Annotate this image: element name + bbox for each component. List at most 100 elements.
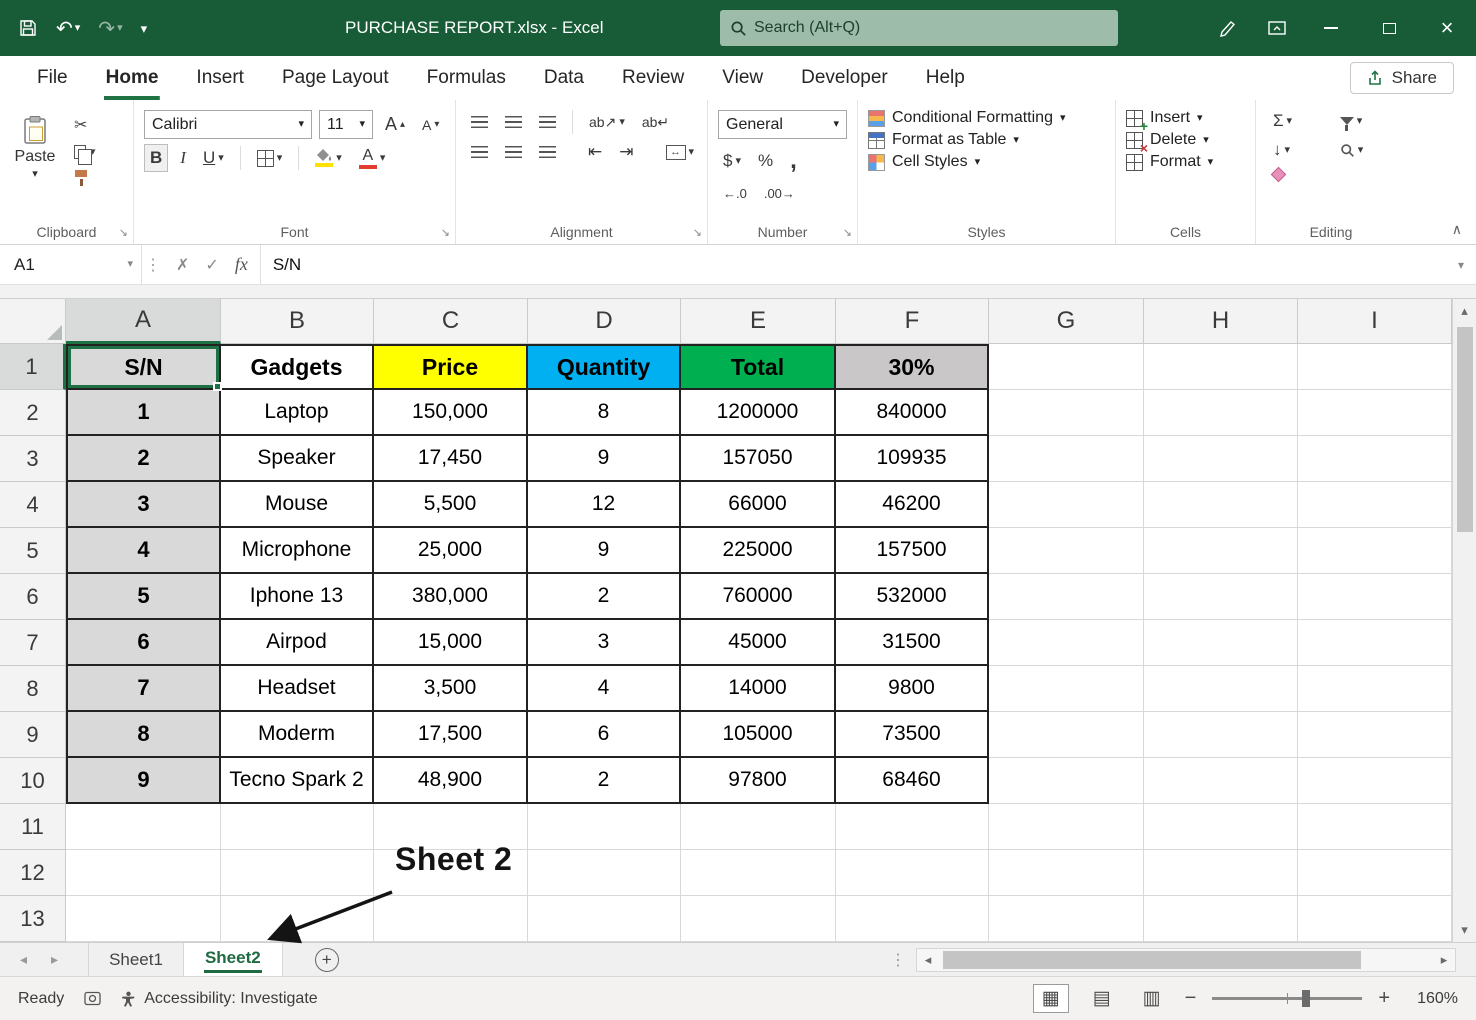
font-name-select[interactable]: Calibri▾ <box>144 110 312 139</box>
cell-a12[interactable] <box>66 850 221 896</box>
sheet-tab-sheet1[interactable]: Sheet1 <box>88 943 184 976</box>
cell-d11[interactable] <box>528 804 681 850</box>
tab-splitter-handle[interactable]: ⋮ <box>890 950 906 970</box>
cell-h12[interactable] <box>1144 850 1298 896</box>
accounting-format-button[interactable]: $▾ <box>718 148 746 174</box>
font-dialog-launcher[interactable]: ↘ <box>441 226 450 239</box>
cell-b1[interactable]: Gadgets <box>221 344 374 390</box>
italic-button[interactable]: I <box>175 145 191 171</box>
cell-c6[interactable]: 380,000 <box>374 574 528 620</box>
bottom-align-button[interactable] <box>534 113 561 132</box>
format-cells-button[interactable]: Format▾ <box>1126 153 1245 171</box>
cell-g3[interactable] <box>989 436 1144 482</box>
page-break-view-button[interactable]: ▥ <box>1135 985 1169 1012</box>
cell-b12[interactable] <box>221 850 374 896</box>
cell-a4[interactable]: 3 <box>66 482 221 528</box>
cut-button[interactable]: ✂ <box>74 115 96 135</box>
cell-a7[interactable]: 6 <box>66 620 221 666</box>
name-box[interactable]: A1▾ <box>0 245 142 284</box>
zoom-out-button[interactable]: − <box>1185 987 1197 1010</box>
cell-i2[interactable] <box>1298 390 1452 436</box>
cell-a11[interactable] <box>66 804 221 850</box>
cell-e7[interactable]: 45000 <box>681 620 836 666</box>
ribbon-display-options-button[interactable] <box>1252 0 1302 56</box>
cell-f1[interactable]: 30% <box>836 344 989 390</box>
next-sheet-button[interactable]: ▸ <box>51 951 58 968</box>
macro-record-icon[interactable] <box>84 991 101 1006</box>
column-header-e[interactable]: E <box>681 299 836 344</box>
cell-f8[interactable]: 9800 <box>836 666 989 712</box>
row-header-2[interactable]: 2 <box>0 390 66 436</box>
menu-tab-data[interactable]: Data <box>525 56 603 100</box>
zoom-slider-thumb[interactable] <box>1302 990 1310 1007</box>
cell-a1[interactable]: S/N <box>66 344 221 390</box>
format-painter-button[interactable] <box>74 169 96 186</box>
cell-g1[interactable] <box>989 344 1144 390</box>
format-as-table-button[interactable]: Format as Table▾ <box>868 131 1105 149</box>
cell-c11[interactable] <box>374 804 528 850</box>
number-dialog-launcher[interactable]: ↘ <box>843 226 852 239</box>
cell-e13[interactable] <box>681 896 836 942</box>
column-header-f[interactable]: F <box>836 299 989 344</box>
cell-b2[interactable]: Laptop <box>221 390 374 436</box>
cell-i3[interactable] <box>1298 436 1452 482</box>
fill-button[interactable]: ↓▾ <box>1268 137 1323 163</box>
cell-f2[interactable]: 840000 <box>836 390 989 436</box>
menu-tab-view[interactable]: View <box>703 56 782 100</box>
cell-d9[interactable]: 6 <box>528 712 681 758</box>
increase-decimal-button[interactable]: ←.0 <box>718 183 752 204</box>
cell-e4[interactable]: 66000 <box>681 482 836 528</box>
cell-a13[interactable] <box>66 896 221 942</box>
alignment-dialog-launcher[interactable]: ↘ <box>693 226 702 239</box>
cell-i8[interactable] <box>1298 666 1452 712</box>
row-header-13[interactable]: 13 <box>0 896 66 942</box>
column-header-h[interactable]: H <box>1144 299 1298 344</box>
selection-fill-handle[interactable] <box>213 382 222 391</box>
cell-g6[interactable] <box>989 574 1144 620</box>
wrap-text-button[interactable]: ab↵ <box>637 111 674 134</box>
cell-f10[interactable]: 68460 <box>836 758 989 804</box>
zoom-in-button[interactable]: + <box>1378 987 1390 1010</box>
decrease-font-size-button[interactable]: A▾ <box>417 114 444 136</box>
cell-c3[interactable]: 17,450 <box>374 436 528 482</box>
merge-center-button[interactable]: ↔▾ <box>661 142 700 163</box>
cell-i13[interactable] <box>1298 896 1452 942</box>
cell-e5[interactable]: 225000 <box>681 528 836 574</box>
cell-g8[interactable] <box>989 666 1144 712</box>
cell-e10[interactable]: 97800 <box>681 758 836 804</box>
cell-f4[interactable]: 46200 <box>836 482 989 528</box>
save-button[interactable] <box>18 18 38 38</box>
accessibility-status[interactable]: Accessibility: Investigate <box>121 990 317 1008</box>
clipboard-dialog-launcher[interactable]: ↘ <box>119 226 128 239</box>
row-header-4[interactable]: 4 <box>0 482 66 528</box>
cell-b9[interactable]: Moderm <box>221 712 374 758</box>
align-center-button[interactable] <box>500 143 527 162</box>
minimize-button[interactable] <box>1302 0 1360 56</box>
fill-color-button[interactable]: ▾ <box>310 146 347 170</box>
scroll-up-button[interactable]: ▴ <box>1461 299 1468 323</box>
menu-tab-developer[interactable]: Developer <box>782 56 907 100</box>
cell-c13[interactable] <box>374 896 528 942</box>
comma-style-button[interactable]: , <box>785 144 802 178</box>
cell-h7[interactable] <box>1144 620 1298 666</box>
formula-input[interactable]: S/N <box>261 245 1446 284</box>
scroll-left-button[interactable]: ◂ <box>917 952 939 968</box>
collapse-ribbon-button[interactable]: ∧ <box>1452 221 1462 238</box>
cell-b8[interactable]: Headset <box>221 666 374 712</box>
insert-cells-button[interactable]: Insert▾ <box>1126 109 1245 127</box>
cell-h13[interactable] <box>1144 896 1298 942</box>
cell-i1[interactable] <box>1298 344 1452 390</box>
cell-f6[interactable]: 532000 <box>836 574 989 620</box>
cell-a9[interactable]: 8 <box>66 712 221 758</box>
autosum-button[interactable]: Σ▾ <box>1268 108 1323 134</box>
cell-f9[interactable]: 73500 <box>836 712 989 758</box>
cell-d10[interactable]: 2 <box>528 758 681 804</box>
clear-button[interactable] <box>1268 166 1323 183</box>
cell-h8[interactable] <box>1144 666 1298 712</box>
cell-b6[interactable]: Iphone 13 <box>221 574 374 620</box>
menu-tab-insert[interactable]: Insert <box>177 56 263 100</box>
font-color-button[interactable]: A▾ <box>354 145 391 172</box>
sheet-tab-sheet2[interactable]: Sheet2 <box>184 943 283 976</box>
top-align-button[interactable] <box>466 113 493 132</box>
cell-d6[interactable]: 2 <box>528 574 681 620</box>
